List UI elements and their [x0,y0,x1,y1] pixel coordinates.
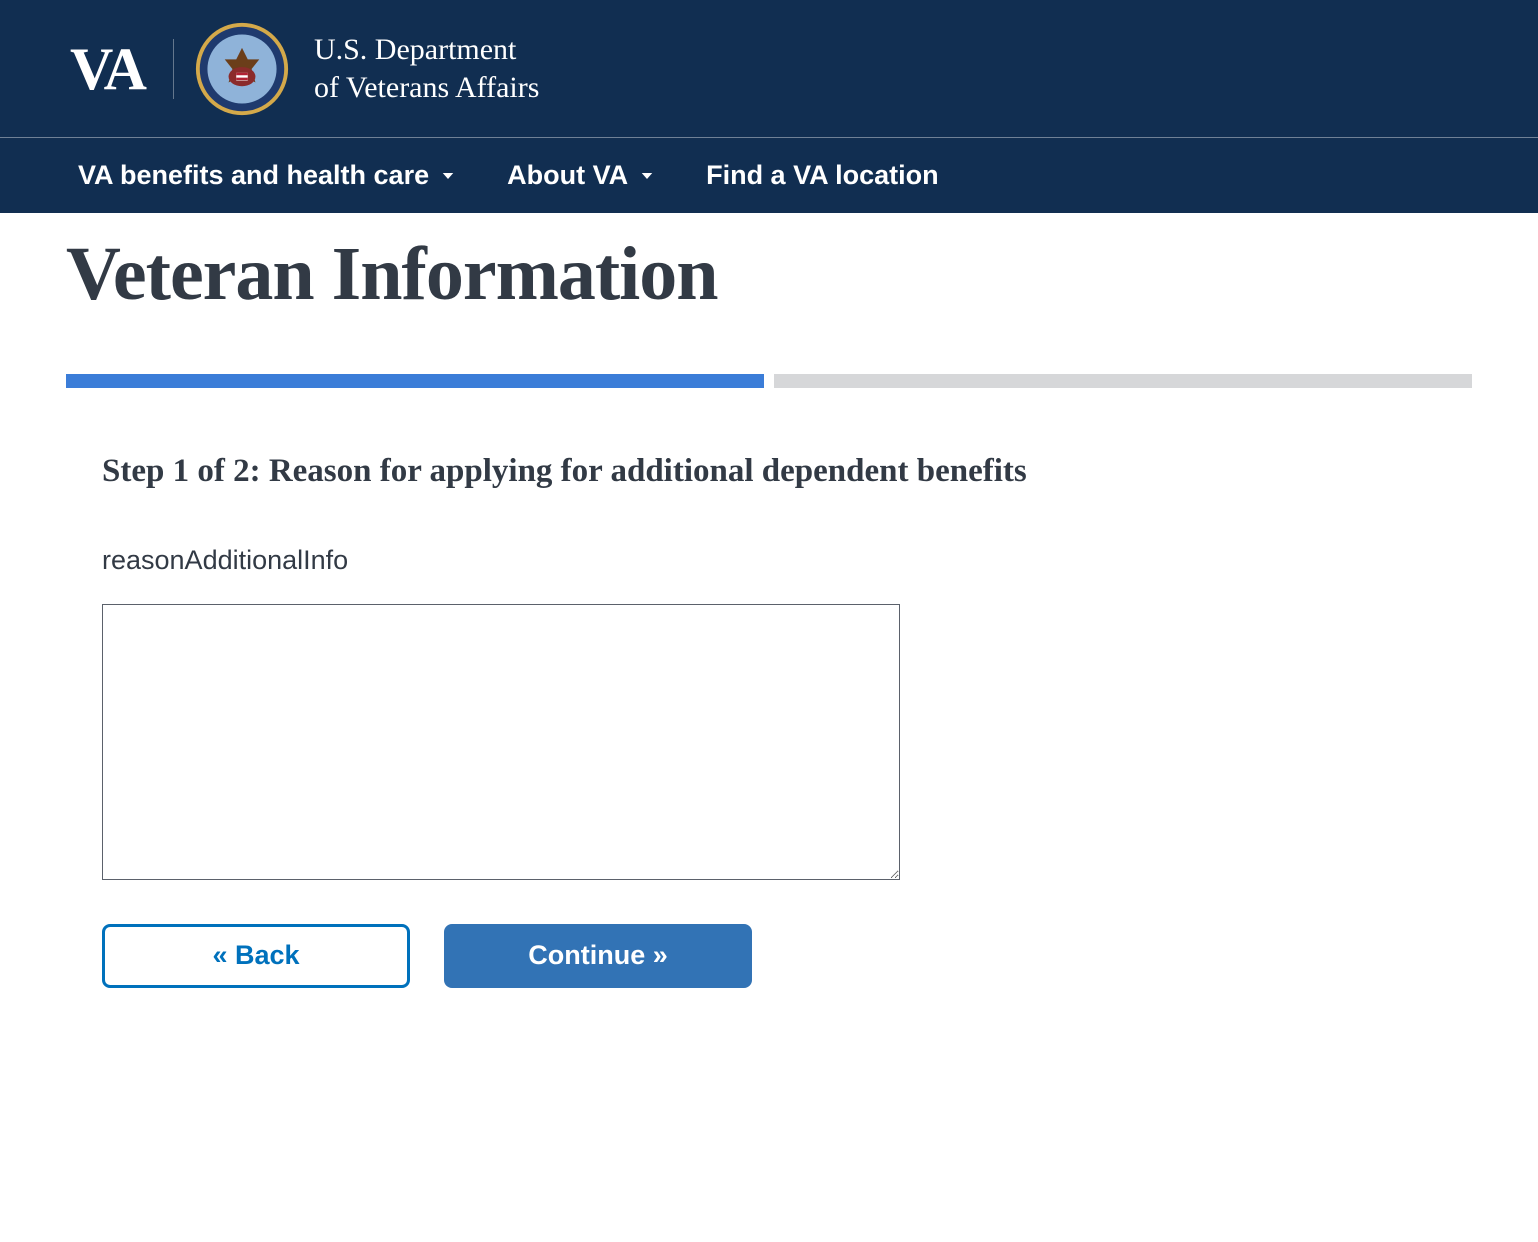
department-name: U.S. Department of Veterans Affairs [314,31,540,106]
progress-bar [66,374,1472,388]
progress-segment-1 [66,374,764,388]
va-seal-icon [194,21,290,117]
main-nav: VA benefits and health care About VA Fin… [0,138,1538,213]
button-row: « Back Continue » [102,924,1436,988]
continue-button[interactable]: Continue » [444,924,752,988]
reason-additional-info-textarea[interactable] [102,604,900,880]
progress-segment-2 [774,374,1472,388]
header-top: VA U.S. Department of Veterans Affairs [0,0,1538,138]
dept-line-2: of Veterans Affairs [314,69,540,107]
nav-item-benefits[interactable]: VA benefits and health care [78,160,457,191]
back-button[interactable]: « Back [102,924,410,988]
nav-label: Find a VA location [706,160,939,191]
step-heading: Step 1 of 2: Reason for applying for add… [102,450,1436,493]
site-header: VA U.S. Department of Veterans Affairs V… [0,0,1538,213]
chevron-down-icon [439,167,457,185]
nav-label: VA benefits and health care [78,160,429,191]
dept-line-1: U.S. Department [314,31,540,69]
main-content: Veteran Information Step 1 of 2: Reason … [0,231,1538,988]
nav-item-find-location[interactable]: Find a VA location [706,160,939,191]
page-title: Veteran Information [66,231,1472,318]
nav-label: About VA [507,160,628,191]
chevron-down-icon [638,167,656,185]
va-logo: VA [70,39,174,99]
nav-item-about[interactable]: About VA [507,160,656,191]
reason-additional-info-label: reasonAdditionalInfo [102,545,1436,576]
form-area: Step 1 of 2: Reason for applying for add… [66,450,1472,988]
